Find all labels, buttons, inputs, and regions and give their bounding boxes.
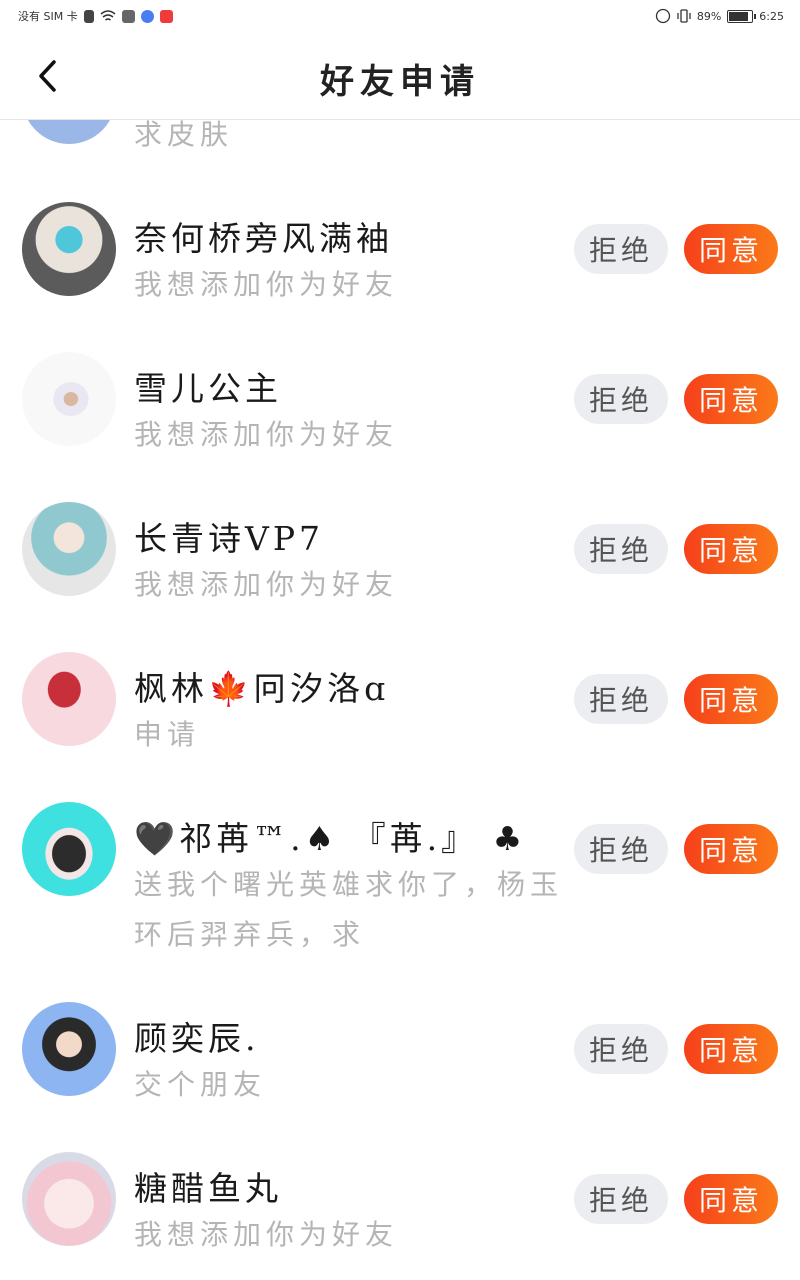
- status-right: 89% 6:25: [655, 8, 784, 24]
- app-icon: [159, 9, 173, 23]
- music-icon: [140, 9, 154, 23]
- avatar[interactable]: [22, 1152, 116, 1246]
- status-bar: 没有 SIM 卡 89% 6:25: [0, 0, 800, 32]
- accept-button[interactable]: 同意: [684, 1174, 778, 1224]
- list-item: 求皮肤 拒绝 同意: [0, 120, 800, 170]
- reject-button[interactable]: 拒绝: [574, 1024, 668, 1074]
- list-item: 顾奕辰. 交个朋友 拒绝 同意: [0, 1000, 800, 1150]
- avatar[interactable]: [22, 802, 116, 896]
- reject-button[interactable]: 拒绝: [574, 674, 668, 724]
- request-message: 求皮肤: [134, 120, 234, 151]
- accept-button[interactable]: 同意: [684, 524, 778, 574]
- request-name: 奈何桥旁风满袖: [134, 219, 393, 258]
- reject-button[interactable]: 拒绝: [574, 374, 668, 424]
- hd-icon: [655, 8, 670, 24]
- request-name: 长青诗VP7: [134, 519, 325, 558]
- avatar[interactable]: [22, 202, 116, 296]
- list-item: 枫林🍁冋汐洛ɑ 申请 拒绝 同意: [0, 650, 800, 800]
- request-message: 我想添加你为好友: [134, 268, 399, 301]
- avatar[interactable]: [22, 352, 116, 446]
- request-message: 我想添加你为好友: [134, 568, 399, 601]
- list-item: 长青诗VP7 我想添加你为好友 拒绝 同意: [0, 500, 800, 650]
- nav-header: 好友申请: [0, 32, 800, 120]
- battery-icon: [727, 9, 757, 23]
- battery-percent: 89%: [696, 9, 722, 23]
- reject-button[interactable]: 拒绝: [574, 824, 668, 874]
- avatar[interactable]: [22, 1002, 116, 1096]
- request-name: 糖醋鱼丸: [134, 1169, 282, 1208]
- accept-button[interactable]: 同意: [684, 674, 778, 724]
- request-name: 🖤祁苒™.♠ 『苒.』 ♣: [134, 819, 527, 858]
- request-name: 雪儿公主: [134, 369, 282, 408]
- avatar[interactable]: [22, 652, 116, 746]
- request-message: 我想添加你为好友: [134, 1218, 399, 1251]
- accept-button[interactable]: 同意: [684, 824, 778, 874]
- clock: 6:25: [759, 9, 784, 23]
- mail-icon: [121, 9, 135, 23]
- friend-request-list[interactable]: 求皮肤 拒绝 同意 奈何桥旁风满袖 我想添加你为好友 拒绝 同意 雪儿公主 我想…: [0, 120, 800, 1280]
- avatar[interactable]: [22, 502, 116, 596]
- reject-button[interactable]: 拒绝: [574, 224, 668, 274]
- request-message: 我想添加你为好友: [134, 418, 399, 451]
- reject-button[interactable]: 拒绝: [574, 524, 668, 574]
- request-message: 送我个曙光英雄求你了，杨玉环后羿弃兵，求: [134, 868, 564, 951]
- request-message: 申请: [134, 718, 201, 751]
- list-item: 雪儿公主 我想添加你为好友 拒绝 同意: [0, 350, 800, 500]
- status-left: 没有 SIM 卡: [18, 8, 173, 24]
- carrier-text: 没有 SIM 卡: [18, 10, 78, 23]
- request-name: 枫林🍁冋汐洛ɑ: [134, 669, 390, 708]
- wifi-icon: [100, 9, 116, 21]
- list-item: 🖤祁苒™.♠ 『苒.』 ♣ 送我个曙光英雄求你了，杨玉环后羿弃兵，求 拒绝 同意: [0, 800, 800, 1000]
- accept-button[interactable]: 同意: [684, 224, 778, 274]
- alert-icon: [83, 9, 94, 23]
- accept-button[interactable]: 同意: [684, 374, 778, 424]
- reject-button[interactable]: 拒绝: [574, 1174, 668, 1224]
- list-item: 糖醋鱼丸 我想添加你为好友 拒绝 同意: [0, 1150, 800, 1280]
- accept-button[interactable]: 同意: [684, 1024, 778, 1074]
- list-item: 奈何桥旁风满袖 我想添加你为好友 拒绝 同意: [0, 200, 800, 350]
- page-title: 好友申请: [320, 62, 480, 102]
- avatar[interactable]: [22, 120, 116, 144]
- request-message: 交个朋友: [134, 1068, 267, 1101]
- vibrate-icon: [677, 9, 691, 23]
- request-name: 顾奕辰.: [134, 1019, 260, 1058]
